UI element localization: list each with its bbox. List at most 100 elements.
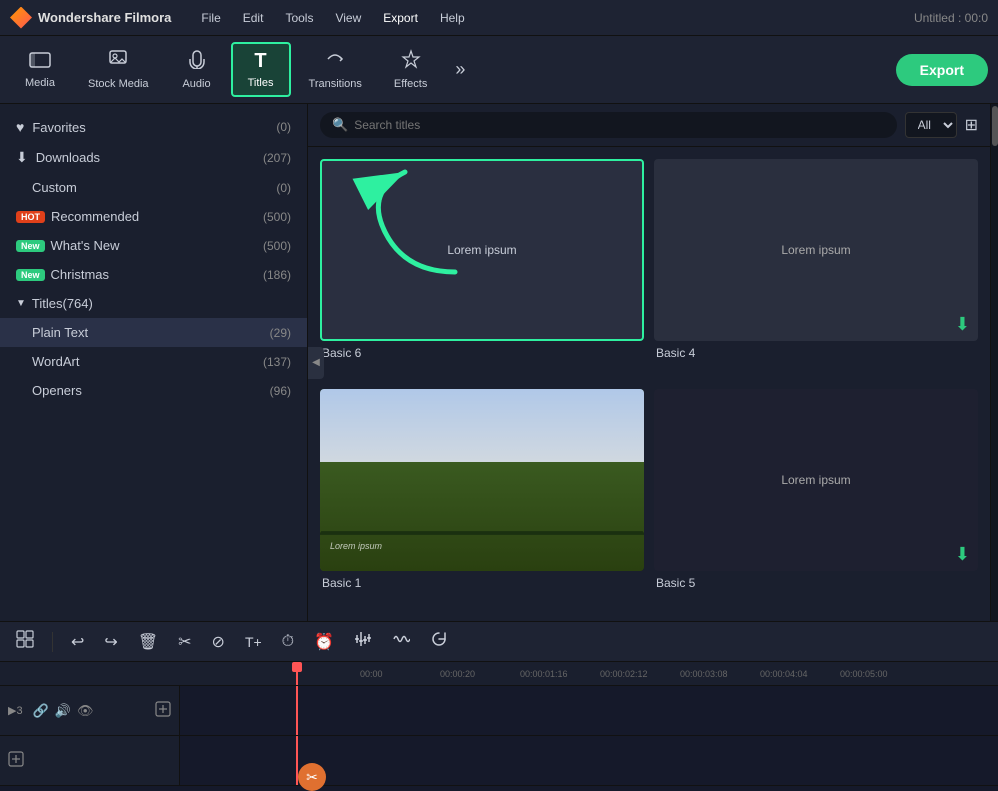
sidebar-item-whats-new[interactable]: New What's New (500) — [0, 231, 307, 260]
tl-crop-button[interactable]: ⊘ — [206, 628, 231, 656]
audio-icon — [188, 49, 206, 74]
sidebar-downloads-label: Downloads — [36, 150, 100, 165]
tl-undo-button[interactable]: ↩ — [65, 628, 90, 656]
thumb-img-basic4: Lorem ipsum ⬇ — [654, 159, 978, 341]
track-icon-eye[interactable]: 👁 — [77, 703, 94, 719]
toolbar-stock-label: Stock Media — [88, 78, 149, 90]
toolbar-audio[interactable]: Audio — [167, 43, 227, 96]
timeline-content: 00:00 00:00:20 00:00:01:16 00:00:02:12 0… — [0, 662, 998, 791]
sidebar-item-plain-text[interactable]: Plain Text (29) — [0, 318, 307, 347]
tl-timer1-button[interactable]: ⏱ — [276, 629, 300, 655]
new-badge-whats-new: New — [16, 240, 45, 252]
download-icon-basic4[interactable]: ⬇ — [955, 314, 970, 335]
titles-icon: T — [254, 50, 266, 73]
sidebar-favorites-count: (0) — [276, 120, 291, 134]
toolbar-more-icon[interactable]: » — [449, 53, 471, 86]
tl-cut-button[interactable]: ✂ — [172, 628, 197, 656]
track-controls-1: ▶3 🔗 🔊 👁 — [0, 686, 180, 735]
download-icon-basic5[interactable]: ⬇ — [955, 544, 970, 565]
sidebar-section-titles[interactable]: ▼ Titles (764) — [0, 289, 307, 318]
tl-wave-button[interactable] — [386, 626, 416, 657]
track-body-1 — [180, 686, 998, 735]
sidebar-item-christmas[interactable]: New Christmas (186) — [0, 260, 307, 289]
sidebar-wordart-label: WordArt — [32, 354, 79, 369]
sidebar-downloads-count: (207) — [263, 151, 291, 165]
sidebar-christmas-count: (186) — [263, 268, 291, 282]
toolbar-titles[interactable]: T Titles — [231, 42, 291, 97]
ruler-mark-0: 00:00 — [360, 669, 440, 679]
toolbar-stock-media[interactable]: Stock Media — [74, 43, 163, 96]
sidebar-item-wordart[interactable]: WordArt (137) — [0, 347, 307, 376]
thumb-label-basic1: Basic 1 — [320, 576, 644, 590]
tl-redo-button[interactable]: ↪ — [98, 628, 123, 656]
tl-delete-button[interactable]: 🗑 — [132, 628, 164, 656]
ruler-marks: 00:00 00:00:20 00:00:01:16 00:00:02:12 0… — [360, 669, 998, 679]
thumb-img-basic6: Lorem ipsum — [320, 159, 644, 341]
search-icon: 🔍 — [332, 117, 348, 133]
tl-rotate-button[interactable] — [424, 626, 454, 657]
transitions-icon — [325, 49, 345, 74]
track-icon-link[interactable]: 🔗 — [33, 703, 49, 719]
ruler-mark-5: 00:00:04:04 — [760, 669, 840, 679]
menu-edit[interactable]: Edit — [233, 7, 274, 29]
tl-equalizer-button[interactable] — [348, 626, 378, 657]
menu-export[interactable]: Export — [373, 7, 428, 29]
menu-view[interactable]: View — [325, 7, 371, 29]
toolbar-effects[interactable]: Effects — [380, 43, 441, 96]
scrollbar[interactable] — [990, 104, 998, 621]
track-icon-audio[interactable]: 🔊 — [55, 703, 71, 719]
sidebar-titles-label: Titles — [32, 296, 63, 311]
favorites-icon: ♥ — [16, 119, 24, 135]
timeline-track-2 — [0, 736, 998, 786]
sidebar-item-favorites[interactable]: ♥ Favorites (0) — [0, 112, 307, 142]
ruler-playhead-top — [292, 662, 302, 672]
sidebar-plain-text-count: (29) — [270, 326, 291, 340]
search-bar: 🔍 All ⊞ — [308, 104, 990, 147]
toolbar-transitions[interactable]: Transitions — [295, 43, 376, 96]
sidebar: ♥ Favorites (0) ⬇ Downloads (207) Custom… — [0, 104, 308, 621]
sidebar-openers-label: Openers — [32, 383, 82, 398]
search-input[interactable] — [354, 118, 884, 132]
thumb-basic4[interactable]: Lorem ipsum ⬇ Basic 4 — [654, 159, 978, 379]
sidebar-wordart-count: (137) — [263, 355, 291, 369]
stock-media-icon — [108, 49, 128, 74]
thumb-overlay-text-basic1: Lorem ipsum — [330, 541, 382, 551]
thumbnail-grid: Lorem ipsum Basic 6 Lorem ipsum ⬇ Basic … — [308, 147, 990, 621]
export-button[interactable]: Export — [896, 54, 988, 86]
filter-select[interactable]: All — [905, 112, 957, 138]
collapse-sidebar-button[interactable]: ◀ — [308, 347, 324, 379]
track-add-icon-2[interactable] — [8, 751, 24, 770]
toolbar-media[interactable]: Media — [10, 44, 70, 95]
vineyard-photo: Lorem ipsum — [320, 389, 644, 571]
effects-icon — [401, 49, 421, 74]
tl-split-view-button[interactable] — [10, 626, 40, 657]
ruler-mark-3: 00:00:02:12 — [600, 669, 680, 679]
sidebar-item-openers[interactable]: Openers (96) — [0, 376, 307, 405]
ruler-mark-1: 00:00:20 — [440, 669, 520, 679]
thumb-basic1[interactable]: Lorem ipsum Basic 1 — [320, 389, 644, 609]
sidebar-favorites-label: Favorites — [32, 120, 85, 135]
menu-help[interactable]: Help — [430, 7, 475, 29]
thumb-text-basic6: Lorem ipsum — [447, 243, 516, 257]
timeline-tracks: ▶3 🔗 🔊 👁 — [0, 686, 998, 791]
menu-file[interactable]: File — [191, 7, 230, 29]
thumb-basic5[interactable]: Lorem ipsum ⬇ Basic 5 — [654, 389, 978, 609]
app-name: Wondershare Filmora — [38, 10, 171, 25]
sidebar-openers-count: (96) — [270, 384, 291, 398]
sidebar-custom-label: Custom — [32, 180, 77, 195]
ruler-playhead — [296, 662, 298, 685]
tl-text-button[interactable]: T+ — [239, 630, 268, 654]
thumb-basic6[interactable]: Lorem ipsum Basic 6 — [320, 159, 644, 379]
sidebar-custom-count: (0) — [276, 181, 291, 195]
grid-view-button[interactable]: ⊞ — [965, 115, 978, 135]
sidebar-item-downloads[interactable]: ⬇ Downloads (207) — [0, 142, 307, 173]
sidebar-titles-count: (764) — [62, 296, 92, 311]
sidebar-item-recommended[interactable]: HOT Recommended (500) — [0, 202, 307, 231]
sidebar-item-custom[interactable]: Custom (0) — [0, 173, 307, 202]
tl-timer2-button[interactable]: ⏰ — [308, 628, 340, 656]
thumb-label-basic4: Basic 4 — [654, 346, 978, 360]
track-add-icon[interactable] — [155, 701, 171, 720]
media-icon — [29, 50, 51, 73]
sidebar-whats-new-label: What's New — [51, 238, 120, 253]
menu-tools[interactable]: Tools — [275, 7, 323, 29]
